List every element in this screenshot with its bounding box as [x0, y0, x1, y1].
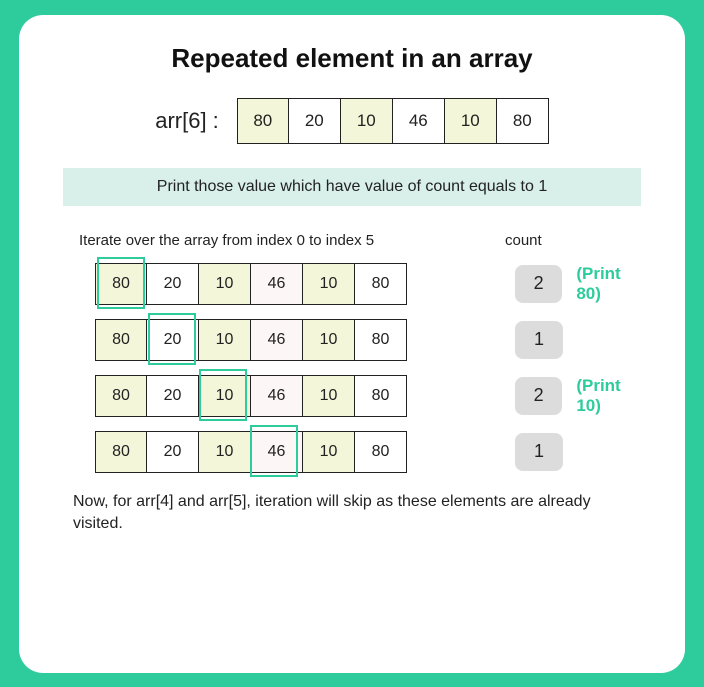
footer-note: Now, for arr[4] and arr[5], iteration wi… — [73, 491, 631, 536]
content-card: Repeated element in an array arr[6] : 80… — [19, 15, 685, 673]
row-cell: 10 — [199, 263, 251, 305]
outer-frame: Repeated element in an array arr[6] : 80… — [0, 0, 704, 687]
iteration-block: 8020104610802(Print 80)80201046108018020… — [95, 263, 649, 473]
row-cell: 46 — [251, 431, 303, 473]
iteration-row: 8020104610802(Print 10) — [95, 375, 649, 417]
row-cell: 10 — [303, 375, 355, 417]
row-cells: 802010461080 — [95, 319, 407, 361]
count-badge: 1 — [515, 433, 563, 471]
row-cell: 80 — [95, 431, 147, 473]
array-cell: 10 — [341, 98, 393, 144]
row-cell: 20 — [147, 263, 199, 305]
row-cell: 20 — [147, 375, 199, 417]
array-cell: 10 — [445, 98, 497, 144]
iteration-row: 8020104610802(Print 80) — [95, 263, 649, 305]
row-cell: 10 — [303, 431, 355, 473]
row-cell: 80 — [95, 375, 147, 417]
count-badge: 2 — [515, 265, 562, 303]
row-cell: 10 — [199, 375, 251, 417]
array-cell: 20 — [289, 98, 341, 144]
row-cell: 10 — [199, 319, 251, 361]
row-cell: 80 — [355, 431, 407, 473]
count-badge: 1 — [515, 321, 563, 359]
row-cell: 20 — [147, 431, 199, 473]
array-label: arr[6] : — [155, 108, 219, 134]
row-cells: 802010461080 — [95, 263, 407, 305]
section-labels: Iterate over the array from index 0 to i… — [79, 232, 625, 249]
row-cell: 10 — [303, 319, 355, 361]
array-cell: 80 — [497, 98, 549, 144]
row-cell: 80 — [95, 263, 147, 305]
row-cells: 802010461080 — [95, 375, 407, 417]
row-cell: 20 — [147, 319, 199, 361]
array-cell: 80 — [237, 98, 289, 144]
row-cell: 46 — [251, 263, 303, 305]
iteration-row: 8020104610801 — [95, 431, 649, 473]
row-cell: 46 — [251, 319, 303, 361]
row-cell: 46 — [251, 375, 303, 417]
array-cells: 802010461080 — [237, 98, 549, 144]
iterate-label: Iterate over the array from index 0 to i… — [79, 232, 459, 249]
print-note: (Print 80) — [576, 264, 649, 304]
row-cell: 80 — [355, 375, 407, 417]
row-cell: 80 — [355, 263, 407, 305]
page-title: Repeated element in an array — [55, 43, 649, 74]
iteration-row: 8020104610801 — [95, 319, 649, 361]
count-badge: 2 — [515, 377, 562, 415]
instruction-banner: Print those value which have value of co… — [63, 168, 641, 206]
row-cell: 80 — [355, 319, 407, 361]
row-cell: 10 — [199, 431, 251, 473]
print-note: (Print 10) — [576, 376, 649, 416]
array-cell: 46 — [393, 98, 445, 144]
row-cells: 802010461080 — [95, 431, 407, 473]
row-cell: 10 — [303, 263, 355, 305]
array-declaration-row: arr[6] : 802010461080 — [55, 98, 649, 144]
count-label: count — [505, 232, 542, 249]
row-cell: 80 — [95, 319, 147, 361]
